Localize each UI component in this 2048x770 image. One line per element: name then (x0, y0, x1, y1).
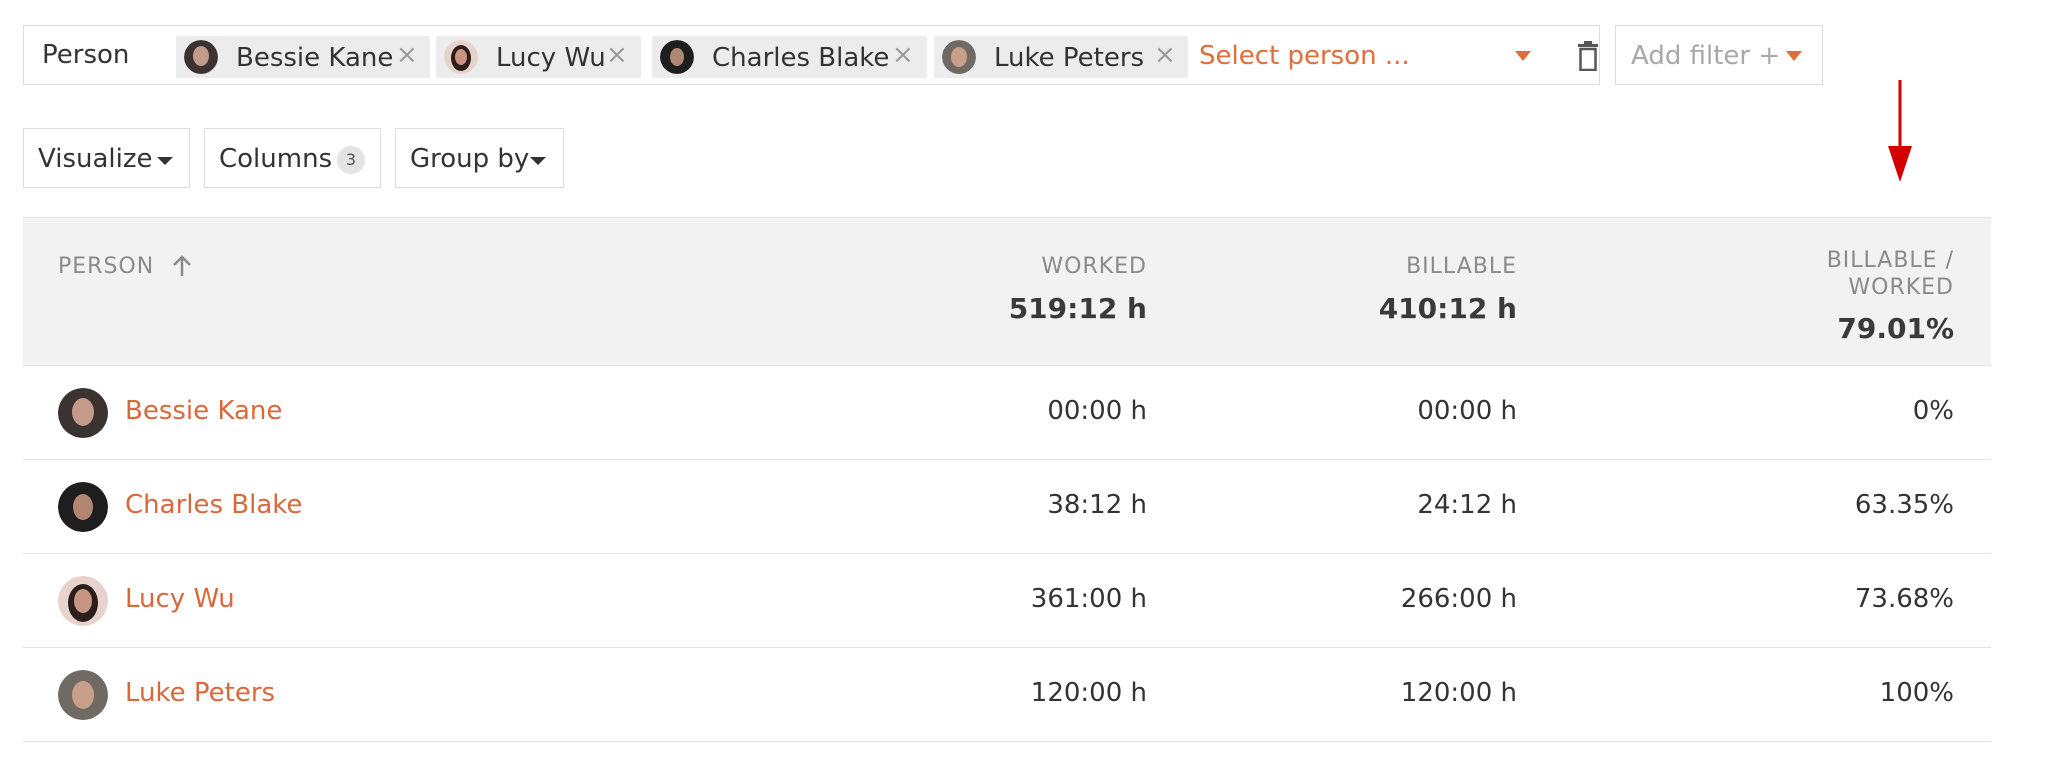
avatar (58, 482, 108, 532)
close-icon[interactable]: × (606, 42, 628, 68)
chevron-down-icon (1786, 51, 1802, 61)
table-header: PERSON WORKED 519:12 h BILLABLE 410:12 h… (23, 217, 1991, 366)
red-arrow-down-icon (1888, 80, 1912, 182)
chip-label: Lucy Wu (496, 43, 606, 73)
worked-cell: 38:12 h (1047, 490, 1147, 520)
billable-cell: 00:00 h (1417, 396, 1517, 426)
group-by-button[interactable]: Group by (395, 128, 564, 188)
billable-cell: 24:12 h (1417, 490, 1517, 520)
person-link[interactable]: Luke Peters (125, 678, 275, 708)
billable-cell: 120:00 h (1400, 678, 1517, 708)
avatar (942, 40, 976, 74)
column-header-person[interactable]: PERSON (58, 254, 154, 279)
group-by-label: Group by (410, 144, 530, 174)
chevron-down-icon (530, 157, 546, 165)
column-header-billable[interactable]: BILLABLE (1406, 254, 1517, 279)
worked-cell: 00:00 h (1047, 396, 1147, 426)
chip-label: Luke Peters (994, 43, 1145, 73)
columns-button[interactable]: Columns 3 (204, 128, 381, 188)
chip-label: Charles Blake (712, 43, 890, 73)
ratio-cell: 73.68% (1854, 584, 1954, 614)
report-table: PERSON WORKED 519:12 h BILLABLE 410:12 h… (23, 217, 1991, 742)
person-link[interactable]: Charles Blake (125, 490, 302, 520)
avatar (58, 388, 108, 438)
person-filter: Person Bessie Kane × Lucy Wu × Charles B… (23, 25, 1600, 85)
columns-count-badge: 3 (337, 146, 365, 174)
avatar (184, 40, 218, 74)
avatar (58, 576, 108, 626)
chip-luke-peters: Luke Peters × (934, 36, 1188, 78)
chevron-down-icon (157, 157, 173, 165)
person-link[interactable]: Lucy Wu (125, 584, 235, 614)
chip-bessie-kane: Bessie Kane × (176, 36, 430, 78)
filter-label: Person (42, 40, 130, 70)
visualize-button[interactable]: Visualize (23, 128, 190, 188)
worked-cell: 120:00 h (1030, 678, 1147, 708)
table-row: Lucy Wu 361:00 h 266:00 h 73.68% (23, 554, 1991, 648)
worked-cell: 361:00 h (1030, 584, 1147, 614)
ratio-cell: 100% (1879, 678, 1954, 708)
column-header-ratio-line2: WORKED (1848, 275, 1954, 300)
chip-label: Bessie Kane (236, 43, 394, 73)
avatar (660, 40, 694, 74)
table-row: Luke Peters 120:00 h 120:00 h 100% (23, 648, 1991, 742)
chip-lucy-wu: Lucy Wu × (436, 36, 641, 78)
ratio-cell: 63.35% (1854, 490, 1954, 520)
avatar (444, 40, 478, 74)
select-person-input[interactable]: Select person ... (1199, 41, 1410, 71)
table-row: Bessie Kane 00:00 h 00:00 h 0% (23, 366, 1991, 460)
add-filter-label: Add filter + (1631, 41, 1781, 71)
close-icon[interactable]: × (892, 42, 914, 68)
visualize-label: Visualize (38, 144, 153, 174)
trash-icon[interactable] (1576, 41, 1600, 71)
total-billable: 410:12 h (1378, 292, 1517, 325)
columns-label: Columns (219, 144, 333, 174)
close-icon[interactable]: × (1154, 42, 1176, 68)
column-header-worked[interactable]: WORKED (1041, 254, 1147, 279)
add-filter-button[interactable]: Add filter + (1615, 25, 1823, 85)
close-icon[interactable]: × (396, 42, 418, 68)
total-ratio: 79.01% (1837, 312, 1954, 345)
chevron-down-icon[interactable] (1515, 51, 1531, 61)
person-link[interactable]: Bessie Kane (125, 396, 282, 426)
billable-cell: 266:00 h (1400, 584, 1517, 614)
column-header-ratio[interactable]: BILLABLE / (1827, 248, 1954, 273)
avatar (58, 670, 108, 720)
chip-charles-blake: Charles Blake × (652, 36, 927, 78)
ratio-cell: 0% (1912, 396, 1954, 426)
table-row: Charles Blake 38:12 h 24:12 h 63.35% (23, 460, 1991, 554)
total-worked: 519:12 h (1008, 292, 1147, 325)
arrow-up-icon[interactable] (171, 254, 193, 278)
